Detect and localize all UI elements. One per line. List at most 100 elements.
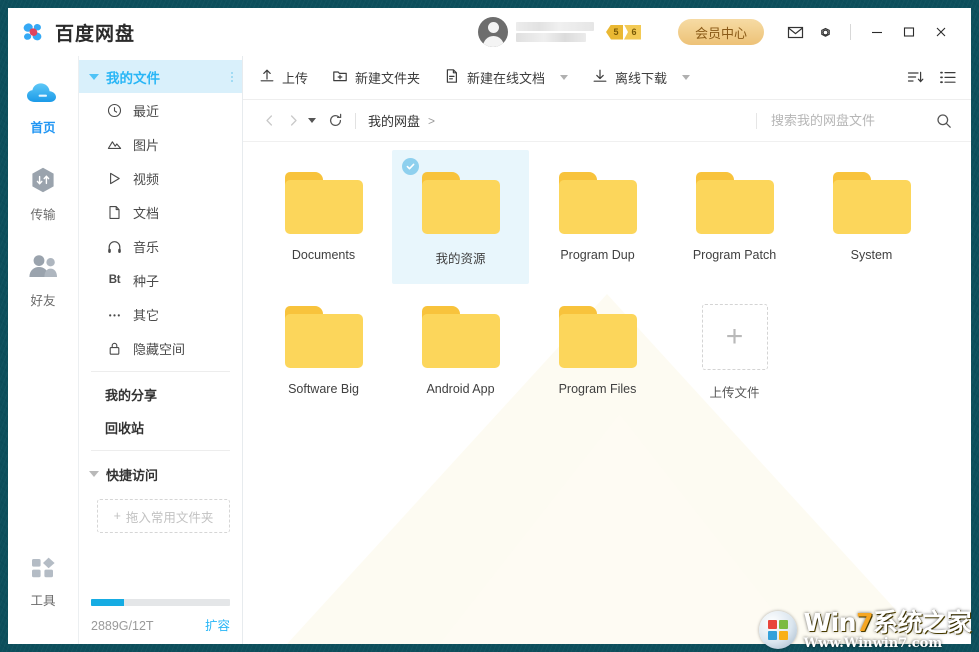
tree-label-hidden-space: 隐藏空间	[133, 341, 186, 357]
clock-icon	[107, 103, 122, 118]
file-item-label: Program Dup	[560, 248, 635, 262]
tree-label-my-files: 我的文件	[106, 70, 160, 86]
search-icon[interactable]	[931, 108, 957, 134]
baidu-cloud-logo-icon	[20, 19, 46, 45]
storage-usage-text: 2889G/12T	[91, 619, 154, 633]
tree-item-recycle-bin[interactable]: 回收站	[79, 411, 242, 444]
tree-item-my-shares[interactable]: 我的分享	[79, 378, 242, 411]
rail-item-home[interactable]: 首页	[8, 70, 78, 145]
close-icon[interactable]	[925, 17, 957, 47]
tree-item-torrent[interactable]: Bt 种子	[79, 263, 242, 297]
search-input[interactable]	[771, 113, 931, 128]
offline-download-button[interactable]: 离线下载	[580, 63, 702, 93]
cloud-icon	[26, 81, 60, 112]
offline-download-icon	[592, 68, 608, 87]
tree-item-pictures[interactable]: 图片	[79, 127, 242, 161]
new-folder-button-label: 新建文件夹	[355, 71, 421, 86]
file-item[interactable]: Program Dup	[529, 150, 666, 284]
file-item[interactable]: Android App	[392, 284, 529, 418]
nav-divider	[355, 112, 356, 129]
title-bar: 百度网盘 5 6 会员中心	[8, 8, 971, 56]
rail-item-transfer[interactable]: 传输	[8, 155, 78, 232]
chevron-down-icon[interactable]	[682, 75, 691, 80]
image-icon	[107, 137, 122, 152]
refresh-icon[interactable]	[323, 109, 347, 133]
upload-file-tile-label: 上传文件	[709, 386, 760, 400]
bt-icon: Bt	[108, 274, 121, 286]
selected-check-icon[interactable]	[402, 158, 419, 175]
rail-item-tools[interactable]: 工具	[8, 545, 78, 618]
storage-progress-bar	[91, 599, 230, 606]
history-dropdown-icon[interactable]	[308, 118, 316, 123]
file-item[interactable]: 我的资源	[392, 150, 529, 284]
storage-widget: 2889G/12T 扩容	[79, 599, 242, 644]
file-item-label: Documents	[291, 248, 356, 262]
breadcrumb-nav-bar: 我的网盘 >	[243, 100, 971, 142]
tree-item-quick-access[interactable]: 快捷访问	[79, 457, 242, 491]
app-brand: 百度网盘	[20, 19, 135, 46]
badge-level: 5	[606, 24, 623, 40]
tree-item-recent[interactable]: 最近	[79, 93, 242, 127]
back-button[interactable]	[257, 109, 281, 133]
forward-button[interactable]	[281, 109, 305, 133]
upload-icon	[259, 68, 275, 87]
account-badges: 5 6	[606, 24, 641, 40]
new-folder-button[interactable]: 新建文件夹	[320, 63, 432, 93]
app-body: 首页 传输 好友 工具 我的文件 最近 图片 视频 文档 音乐 Bt 种子 其它…	[8, 56, 971, 644]
tree-item-my-files[interactable]: 我的文件	[79, 60, 242, 93]
tree-item-hidden-space[interactable]: 隐藏空间	[79, 331, 242, 365]
tree-label-torrent-parent: 音乐	[133, 239, 160, 255]
new-online-doc-button[interactable]: 新建在线文档	[432, 63, 580, 93]
file-item[interactable]: Software Big	[255, 284, 392, 418]
rail-label-tools: 工具	[30, 594, 56, 608]
new-folder-icon	[332, 68, 348, 87]
mail-icon[interactable]	[780, 17, 810, 47]
rail-item-friends[interactable]: 好友	[8, 242, 78, 318]
upload-file-tile[interactable]: + 上传文件	[666, 284, 803, 418]
document-icon	[107, 205, 122, 220]
chevron-down-icon[interactable]	[560, 75, 569, 80]
minimize-icon[interactable]	[861, 17, 893, 47]
ellipsis-icon	[107, 307, 122, 322]
tree-item-videos[interactable]: 视频	[79, 161, 242, 195]
username-redacted	[516, 22, 594, 42]
titlebar-actions: 会员中心	[677, 17, 957, 47]
file-item[interactable]: Documents	[255, 150, 392, 284]
expand-storage-link[interactable]: 扩容	[205, 615, 230, 634]
file-item-label: Program Patch	[692, 248, 777, 262]
file-grid: Documents 我的资源 Program Dup Program Patch Sys…	[255, 150, 961, 418]
sort-descending-icon[interactable]	[907, 69, 925, 86]
tools-grid-icon	[29, 556, 57, 585]
breadcrumb-item-root[interactable]: 我的网盘	[368, 111, 420, 130]
file-tree-sidebar: 我的文件 最近 图片 视频 文档 音乐 Bt 种子 其它 隐藏空间 我的分享 回…	[78, 56, 243, 644]
file-item[interactable]: Program Files	[529, 284, 666, 418]
tree-label-my-shares: 我的分享	[105, 388, 158, 403]
tree-label-quick-access: 快捷访问	[106, 467, 159, 483]
transfer-hexagon-icon	[29, 166, 57, 199]
tree-item-documents[interactable]: 文档	[79, 195, 242, 229]
tree-item-music[interactable]: 音乐	[79, 229, 242, 263]
app-title: 百度网盘	[55, 23, 136, 45]
plus-icon: +	[701, 304, 768, 370]
folder-icon	[421, 172, 500, 234]
quick-access-dropzone[interactable]: + 拖入常用文件夹	[97, 499, 230, 533]
headphones-icon	[107, 239, 122, 254]
gear-icon[interactable]	[810, 17, 840, 47]
member-center-button[interactable]: 会员中心	[677, 19, 764, 45]
plus-icon: +	[113, 509, 121, 523]
new-online-doc-button-label: 新建在线文档	[467, 71, 546, 86]
dropzone-label: 拖入常用文件夹	[125, 510, 214, 525]
upload-button[interactable]: 上传	[259, 63, 320, 93]
avatar[interactable]	[478, 17, 508, 47]
kebab-menu-icon[interactable]	[231, 71, 233, 82]
tree-label-videos: 视频	[133, 171, 160, 187]
folder-icon	[421, 306, 500, 368]
rail-label-friends: 好友	[30, 294, 56, 308]
tree-item-other[interactable]: 其它	[79, 297, 242, 331]
maximize-icon[interactable]	[893, 17, 925, 47]
chevron-down-icon	[89, 471, 99, 477]
file-item[interactable]: Program Patch	[666, 150, 803, 284]
file-item[interactable]: System	[803, 150, 940, 284]
tree-label-documents: 文档	[133, 205, 160, 221]
list-view-icon[interactable]	[939, 69, 957, 86]
